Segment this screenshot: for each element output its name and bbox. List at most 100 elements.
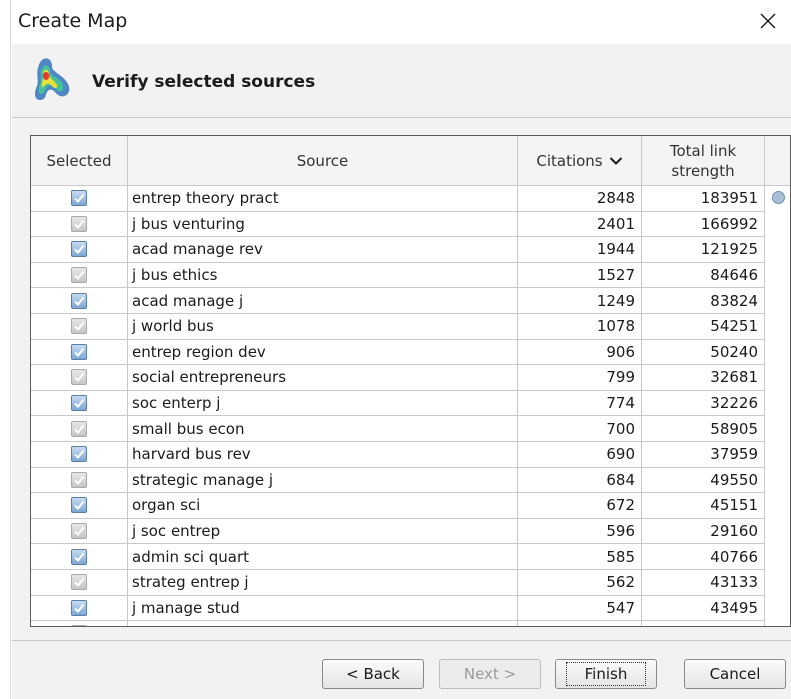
checkbox-checked-icon[interactable]: [71, 395, 87, 412]
table-body: entrep theory pract 2848 183951 j bus ventu…: [31, 186, 765, 626]
cell-source: organ sci: [128, 493, 518, 518]
cell-selected: [31, 442, 128, 467]
checkbox-checked-icon[interactable]: [71, 369, 87, 386]
finish-button-label: Finish: [565, 662, 647, 686]
cell-citations: 596: [518, 518, 642, 544]
cell-source: soc enterp j: [128, 390, 518, 416]
next-button[interactable]: Next >: [439, 659, 541, 689]
checkbox-checked-icon[interactable]: [71, 599, 87, 616]
table-row[interactable]: harvard bus rev 690 37959: [31, 442, 765, 468]
close-button[interactable]: [753, 6, 783, 36]
table-row[interactable]: strateg entrep j 562 43133: [31, 570, 765, 596]
table-row[interactable]: j bus ethics 1527 84646: [31, 262, 765, 289]
column-header-total-link-strength[interactable]: Total link strength: [642, 136, 765, 186]
window-left-edge: [0, 0, 11, 699]
cell-source: admin sci quart: [128, 544, 518, 569]
cell-selected: [31, 365, 128, 390]
table-row[interactable]: acad manage rev 1944 121925: [31, 237, 765, 263]
checkbox-checked-icon[interactable]: [71, 241, 87, 258]
back-button[interactable]: < Back: [322, 659, 424, 689]
cell-selected: [31, 314, 128, 339]
cell-citations: 2401: [518, 211, 642, 237]
cell-source: acad manage j: [128, 288, 518, 313]
cell-total-link-strength: 121925: [642, 237, 765, 262]
table-row[interactable]: strategic manage j 684 49550: [31, 467, 765, 494]
table-row[interactable]: entrep theory pract 2848 183951: [31, 186, 765, 212]
table-row[interactable]: j world bus 1078 54251: [31, 314, 765, 340]
checkbox-checked-icon[interactable]: [71, 292, 87, 309]
cell-total-link-strength: 183951: [642, 186, 765, 211]
cell-source: acad manage rev: [128, 237, 518, 262]
cell-citations: 585: [518, 544, 642, 569]
table-row[interactable]: acad manage j 1249 83824: [31, 288, 765, 314]
checkbox-checked-icon[interactable]: [71, 523, 87, 540]
cell-source: j world bus: [128, 314, 518, 339]
cell-selected: [31, 544, 128, 569]
checkbox-checked-icon[interactable]: [71, 548, 87, 565]
table-row[interactable]: social entrepreneurs 799 32681: [31, 365, 765, 391]
column-header-selected[interactable]: Selected: [31, 136, 128, 186]
table-row[interactable]: soc enterp j 774 32226: [31, 390, 765, 417]
table-row[interactable]: j bus venturing 2401 166992: [31, 211, 765, 238]
checkbox-checked-icon[interactable]: [71, 497, 87, 514]
cell-selected: [31, 262, 128, 288]
cell-selected: [31, 570, 128, 595]
checkbox-checked-icon[interactable]: [71, 318, 87, 335]
table-row[interactable]: j manage stud 547 43495: [31, 595, 765, 622]
cell-citations: 547: [518, 595, 642, 621]
column-header-selected-label: Selected: [46, 151, 112, 170]
column-header-source-label: Source: [296, 151, 349, 170]
cell-selected: [31, 186, 128, 211]
cell-source: harvard bus rev: [128, 442, 518, 467]
finish-button[interactable]: Finish: [555, 659, 657, 689]
checkbox-checked-icon[interactable]: [71, 420, 87, 437]
table-row[interactable]: small bus econ 700 58905: [31, 416, 765, 442]
cell-selected: [31, 467, 128, 493]
close-icon: [760, 13, 776, 29]
cell-selected: [31, 621, 128, 626]
cell-citations: 2848: [518, 186, 642, 211]
cell-total-link-strength: 37959: [642, 442, 765, 467]
vertical-scrollbar-thumb[interactable]: [772, 191, 785, 204]
cell-total-link-strength: 32226: [642, 390, 765, 416]
checkbox-checked-icon[interactable]: [71, 471, 87, 488]
cell-total-link-strength: 40766: [642, 544, 765, 569]
cell-citations: 684: [518, 467, 642, 493]
cancel-button[interactable]: Cancel: [684, 659, 786, 689]
vosviewer-logo-icon: [30, 54, 74, 108]
checkbox-checked-icon[interactable]: [71, 215, 87, 232]
cell-total-link-strength: 32681: [642, 365, 765, 390]
cell-selected: [31, 493, 128, 518]
chevron-down-icon: [609, 156, 623, 166]
cell-citations: 1944: [518, 237, 642, 262]
checkbox-checked-icon[interactable]: [71, 574, 87, 591]
cell-total-link-strength: 83824: [642, 288, 765, 313]
cell-source: [128, 621, 518, 626]
cell-total-link-strength: 43133: [642, 570, 765, 595]
wizard-header: Verify selected sources: [12, 44, 791, 118]
table-row[interactable]: j soc entrep 596 29160: [31, 518, 765, 545]
table-row[interactable]: [31, 621, 765, 626]
cell-source: entrep region dev: [128, 339, 518, 365]
table-header: Selected Source Citations Total link str…: [31, 136, 790, 186]
cell-selected: [31, 595, 128, 621]
checkbox-checked-icon[interactable]: [71, 625, 87, 626]
table-row[interactable]: admin sci quart 585 40766: [31, 544, 765, 570]
table-row[interactable]: organ sci 672 45151: [31, 493, 765, 519]
cell-total-link-strength: 49550: [642, 467, 765, 493]
cell-selected: [31, 518, 128, 544]
table-row[interactable]: entrep region dev 906 50240: [31, 339, 765, 366]
cell-selected: [31, 211, 128, 237]
cell-total-link-strength: 29160: [642, 518, 765, 544]
wizard-content: Selected Source Citations Total link str…: [12, 118, 791, 640]
column-header-citations[interactable]: Citations: [518, 136, 642, 186]
checkbox-checked-icon[interactable]: [71, 446, 87, 463]
cell-total-link-strength: 166992: [642, 211, 765, 237]
column-header-source[interactable]: Source: [128, 136, 518, 186]
cell-selected: [31, 339, 128, 365]
cell-source: j manage stud: [128, 595, 518, 621]
checkbox-checked-icon[interactable]: [71, 190, 87, 207]
checkbox-checked-icon[interactable]: [71, 267, 87, 284]
sources-table: Selected Source Citations Total link str…: [30, 135, 791, 627]
checkbox-checked-icon[interactable]: [71, 343, 87, 360]
